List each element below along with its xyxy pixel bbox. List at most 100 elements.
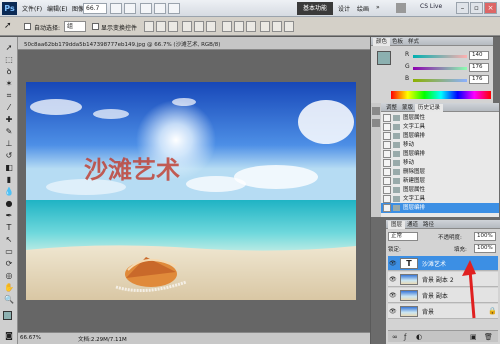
arrange-icon[interactable] <box>154 3 166 14</box>
slider-b-value[interactable]: 176 <box>469 75 489 84</box>
canvas-image[interactable]: 沙滩艺术 <box>26 82 356 300</box>
magic-wand-icon[interactable]: ✶ <box>3 79 15 89</box>
workspace-design[interactable]: 设计 <box>338 4 350 13</box>
eye-icon[interactable]: 👁 <box>389 260 397 267</box>
new-layer-icon[interactable]: ▣ <box>470 333 477 341</box>
distribute-bottom-icon[interactable] <box>246 21 256 32</box>
pen-tool-icon[interactable]: ✒ <box>3 211 15 221</box>
blur-tool-icon[interactable]: 💧 <box>3 187 15 197</box>
history-step-icon <box>393 142 400 148</box>
show-transform-label: 显示变换控件 <box>101 25 138 32</box>
tab-channels[interactable]: 通道 <box>404 221 421 229</box>
tab-adjustments[interactable]: 调整 <box>383 104 400 112</box>
screen-mode-icon[interactable] <box>168 3 180 14</box>
tab-color[interactable]: 颜色 <box>373 38 391 46</box>
menu-file[interactable]: 文件(F) <box>22 4 42 13</box>
distribute-middle-icon[interactable] <box>234 21 244 32</box>
auto-select-checkbox[interactable] <box>24 23 31 30</box>
slider-g-track[interactable] <box>413 67 467 70</box>
align-middle-icon[interactable] <box>156 21 166 32</box>
distribute-left-icon[interactable] <box>260 21 270 32</box>
history-panel-icon[interactable] <box>372 107 380 115</box>
menu-edit[interactable]: 编辑(E) <box>47 4 67 13</box>
shape-tool-icon[interactable]: ▭ <box>3 247 15 257</box>
eye-icon[interactable]: 👁 <box>389 292 397 299</box>
slider-g-value[interactable]: 176 <box>469 63 489 72</box>
color-swatch-fg[interactable] <box>377 51 391 65</box>
align-bottom-icon[interactable] <box>168 21 178 32</box>
tab-styles[interactable]: 样式 <box>405 38 422 46</box>
healing-brush-icon[interactable]: ✚ <box>3 115 15 125</box>
foreground-color-swatch[interactable] <box>3 311 12 320</box>
eye-icon[interactable]: 👁 <box>389 276 397 283</box>
eye-icon[interactable]: 👁 <box>389 308 397 315</box>
minibridge-icon[interactable] <box>124 3 136 14</box>
align-left-icon[interactable] <box>182 21 192 32</box>
move-tool-icon[interactable]: ➚ <box>4 21 16 32</box>
crop-tool-icon[interactable]: ⌗ <box>3 91 15 101</box>
distribute-top-icon[interactable] <box>222 21 232 32</box>
bridge-icon[interactable] <box>110 3 122 14</box>
auto-select-dropdown[interactable]: 组 <box>64 21 86 32</box>
gradient-tool-icon[interactable]: ▮ <box>3 175 15 185</box>
minimize-icon[interactable]: – <box>456 2 469 14</box>
actions-panel-icon[interactable] <box>372 119 380 127</box>
trash-icon[interactable]: 🗑 <box>484 333 493 341</box>
history-step-icon <box>393 205 400 211</box>
type-tool-icon[interactable]: T <box>3 223 15 233</box>
eyedropper-icon[interactable]: ⁄ <box>3 103 15 113</box>
move-tool-icon[interactable]: ➚ <box>3 43 15 53</box>
add-mask-icon[interactable]: ◐ <box>416 333 422 341</box>
marquee-tool-icon[interactable]: ⬚ <box>3 55 15 65</box>
hand-icon[interactable] <box>140 3 152 14</box>
history-step-icon <box>393 178 400 184</box>
color-spectrum[interactable] <box>391 91 491 99</box>
layer-thumbnail <box>400 290 418 301</box>
slider-r-track[interactable] <box>413 55 467 58</box>
align-center-icon[interactable] <box>194 21 204 32</box>
distribute-center-icon[interactable] <box>272 21 282 32</box>
text-layer-thumb-icon: T <box>400 258 418 269</box>
workspace-more[interactable]: » <box>376 4 380 11</box>
search-icon[interactable] <box>396 3 406 13</box>
fill-field[interactable]: 100% <box>474 244 496 253</box>
tab-masks[interactable]: 蒙版 <box>399 104 416 112</box>
status-bar: 66.67% 文档:2.29M/7.11M <box>18 332 370 344</box>
tab-history[interactable]: 历史记录 <box>415 104 444 112</box>
slider-r-value[interactable]: 140 <box>469 51 489 60</box>
document-tab[interactable]: 50c8aa62bb179dda5b147398777eb149.jpg @ 6… <box>18 37 370 50</box>
zoom-select[interactable]: 66.7 <box>83 3 107 14</box>
tab-paths[interactable]: 路径 <box>420 221 437 229</box>
blend-mode-select[interactable]: 正常 <box>388 232 418 241</box>
close-icon[interactable]: × <box>484 2 497 14</box>
restore-icon[interactable]: ▫ <box>470 2 483 14</box>
lasso-tool-icon[interactable]: ꝺ <box>3 67 15 77</box>
tab-swatches[interactable]: 色板 <box>389 38 406 46</box>
3d-rotate-icon[interactable]: ⟳ <box>3 259 15 269</box>
distribute-right-icon[interactable] <box>284 21 294 32</box>
clone-stamp-icon[interactable]: ⊥ <box>3 139 15 149</box>
eraser-icon[interactable]: ◧ <box>3 163 15 173</box>
align-right-icon[interactable] <box>206 21 216 32</box>
3d-orbit-icon[interactable]: ◎ <box>3 271 15 281</box>
zoom-tool-icon[interactable]: 🔍 <box>3 295 15 305</box>
quick-mask-icon[interactable]: ◙ <box>3 331 15 341</box>
dodge-tool-icon[interactable]: ● <box>3 199 15 209</box>
link-layers-icon[interactable]: ∞ <box>392 333 398 341</box>
show-transform-checkbox[interactable] <box>92 23 99 30</box>
workspace-basic[interactable]: 基本功能 <box>297 2 333 15</box>
align-top-icon[interactable] <box>144 21 154 32</box>
zoom-status[interactable]: 66.67% <box>20 335 41 341</box>
tab-layers[interactable]: 图层 <box>388 221 406 229</box>
fx-icon[interactable]: ƒ <box>404 333 406 341</box>
brush-tool-icon[interactable]: ✎ <box>3 127 15 137</box>
slider-b-track[interactable] <box>413 79 467 82</box>
hand-tool-icon[interactable]: ✋ <box>3 283 15 293</box>
canvas-text: 沙滩艺术 <box>84 155 180 184</box>
path-select-icon[interactable]: ↖ <box>3 235 15 245</box>
history-brush-icon[interactable]: ↺ <box>3 151 15 161</box>
opacity-field[interactable]: 100% <box>474 232 496 241</box>
workspace-paint[interactable]: 绘画 <box>357 4 369 13</box>
history-item-selected[interactable]: 图层编排 <box>381 203 499 213</box>
cs-live[interactable]: CS Live <box>420 3 442 10</box>
